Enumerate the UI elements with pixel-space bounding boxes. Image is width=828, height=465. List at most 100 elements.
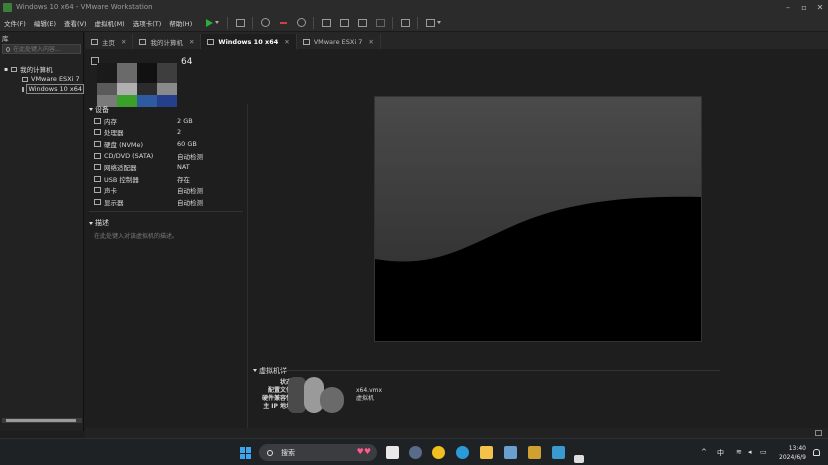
unity-icon (375, 18, 385, 27)
library-search-input[interactable] (13, 45, 77, 53)
collapse-icon (253, 369, 257, 372)
tab-label: Windows 10 x64 (218, 37, 279, 46)
device-name: 显示器 (85, 197, 177, 207)
scrollbar-thumb[interactable] (6, 419, 76, 422)
send-ctrl-alt-del-button[interactable] (233, 17, 247, 29)
toolbar-divider (252, 16, 254, 29)
volume-icon[interactable]: ◂ (748, 448, 752, 456)
wifi-icon[interactable]: ≋ (736, 448, 742, 456)
full-screen-button[interactable] (355, 17, 369, 29)
restore-button[interactable]: ▫ (796, 0, 812, 14)
menu-view[interactable]: 查看(V) (60, 18, 91, 28)
device-row[interactable]: 内存 2 GB (85, 115, 247, 127)
tree-item-windows10[interactable]: Windows 10 x64 (0, 84, 84, 94)
revert-snapshot-button[interactable] (276, 17, 290, 29)
disk-icon (94, 140, 101, 147)
library-search-box[interactable] (2, 44, 81, 54)
app-icon[interactable] (574, 455, 584, 463)
stretch-button[interactable] (423, 17, 443, 29)
close-tab-icon[interactable]: ✕ (368, 38, 373, 46)
clock-date: 2024/6/9 (779, 454, 806, 461)
toolbar-divider (313, 16, 315, 29)
close-tab-icon[interactable]: ✕ (189, 38, 194, 46)
device-row[interactable]: CD/DVD (SATA) 自动检测 (85, 150, 247, 162)
thumbnail-bar-button[interactable] (337, 17, 351, 29)
menu-help[interactable]: 帮助(H) (165, 18, 196, 28)
menu-file[interactable]: 文件(F) (0, 18, 30, 28)
minimize-button[interactable]: – (780, 0, 796, 14)
message-log-icon[interactable] (815, 430, 822, 436)
app-icon[interactable] (528, 446, 541, 459)
device-value: 自动检测 (177, 198, 203, 207)
device-row[interactable]: 硬盘 (NVMe) 60 GB (85, 138, 247, 150)
search-icon (267, 449, 273, 456)
notification-bell-icon[interactable] (813, 449, 820, 456)
edge-icon[interactable] (456, 446, 469, 459)
collapse-icon[interactable]: ▪ (4, 66, 8, 73)
tab-my-computer[interactable]: 我的计算机 ✕ (133, 34, 202, 49)
console-view-button[interactable] (398, 17, 412, 29)
device-value: NAT (177, 163, 190, 172)
tab-label: 主页 (102, 38, 115, 47)
detail-label: 主 IP 地址 (263, 403, 292, 410)
vm-icon (22, 76, 28, 82)
close-tab-icon[interactable]: ✕ (121, 38, 126, 46)
start-button[interactable] (240, 447, 252, 459)
fullscreen-icon (357, 18, 367, 27)
battery-icon[interactable]: ▭ (760, 448, 767, 456)
menu-edit[interactable]: 编辑(E) (30, 18, 60, 28)
snapshot-manager-button[interactable] (294, 17, 308, 29)
unity-button[interactable] (373, 17, 387, 29)
divider (89, 210, 243, 212)
tray-overflow-icon[interactable]: ^ (701, 448, 707, 456)
cpu-icon (94, 129, 101, 136)
show-library-button[interactable] (319, 17, 333, 29)
file-explorer-icon[interactable] (480, 446, 493, 459)
mail-icon[interactable] (504, 446, 517, 459)
windows-logo-tile (246, 453, 251, 459)
close-tab-icon[interactable]: ✕ (284, 38, 289, 46)
task-view-icon[interactable] (386, 446, 399, 459)
device-row[interactable]: 显示器 自动检测 (85, 196, 247, 208)
vmware-taskbar-icon[interactable] (552, 446, 565, 459)
menu-vm[interactable]: 虚拟机(M) (91, 18, 129, 28)
device-value: 2 (177, 128, 182, 137)
sidebar-horizontal-scrollbar[interactable] (2, 418, 82, 423)
taskbar-clock[interactable]: 13:40 2024/6/9 (779, 444, 806, 462)
tree-item-my-computer[interactable]: ▪ 我的计算机 (0, 64, 83, 75)
device-name-label: USB 控制器 (104, 175, 139, 184)
tab-label: VMware ESXi 7 (313, 37, 363, 46)
close-button[interactable]: ✕ (812, 0, 828, 14)
tree-item-esxi[interactable]: VMware ESXi 7 (0, 74, 83, 84)
tab-home[interactable]: 主页 ✕ (85, 34, 134, 49)
divider (280, 370, 720, 371)
description-section-header[interactable]: 描述 (85, 218, 247, 229)
library-icon (321, 18, 331, 27)
tab-esxi[interactable]: VMware ESXi 7 ✕ (297, 34, 381, 49)
device-name-label: 网络适配器 (104, 164, 137, 173)
ime-indicator[interactable]: 中 (717, 448, 724, 458)
devices-section-header[interactable]: 设备 (85, 104, 247, 115)
device-row[interactable]: 声卡 自动检测 (85, 185, 247, 197)
title-bar: Windows 10 x64 - VMware Workstation – ▫ … (0, 0, 828, 14)
settings-icon[interactable] (409, 446, 422, 459)
qq-icon[interactable] (432, 446, 445, 459)
toolbar (200, 16, 445, 29)
snapshot-button[interactable] (258, 17, 272, 29)
power-on-button[interactable] (202, 17, 222, 29)
library-title: 库 (2, 35, 9, 43)
screen-thumbnail-graphic (375, 97, 701, 341)
menu-tabs[interactable]: 选项卡(T) (129, 18, 166, 28)
windows-logo-tile (240, 453, 245, 459)
vm-screen-preview[interactable] (374, 96, 702, 342)
computer-icon (139, 38, 147, 45)
windows-logo-tile (240, 447, 245, 453)
window-title: Windows 10 x64 - VMware Workstation (16, 3, 153, 11)
computer-icon (11, 66, 18, 72)
description-placeholder[interactable]: 在此处键入对该虚拟机的描述。 (85, 231, 247, 240)
device-row[interactable]: USB 控制器 存在 (85, 173, 247, 185)
device-row[interactable]: 网络适配器 NAT (85, 161, 247, 173)
taskbar-search-box[interactable]: 搜索 ♥♥ (259, 444, 377, 461)
tab-windows10[interactable]: Windows 10 x64 ✕ (201, 34, 297, 49)
device-row[interactable]: 处理器 2 (85, 127, 247, 139)
